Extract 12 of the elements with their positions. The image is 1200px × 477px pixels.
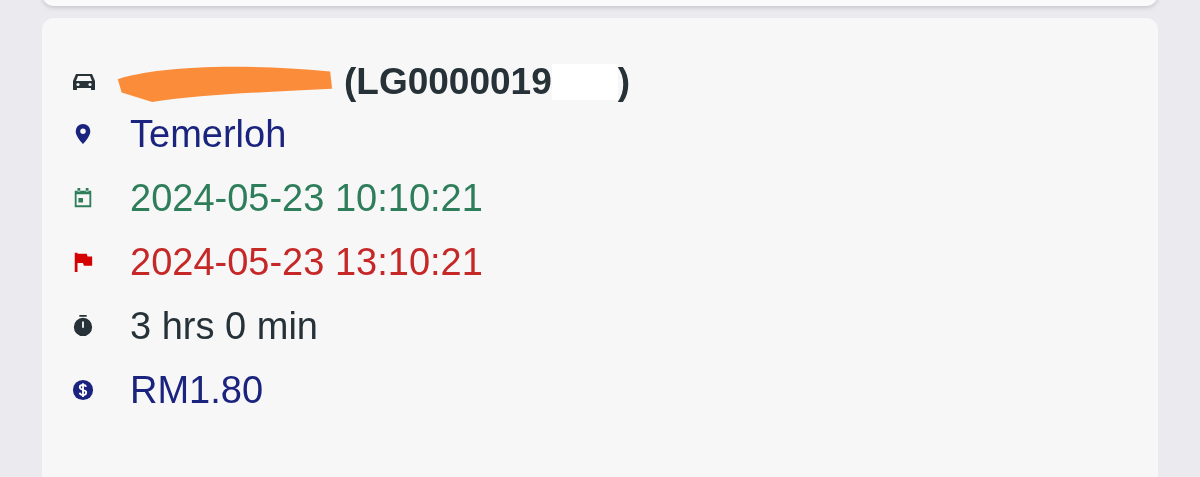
vehicle-plate-end: ) [617,61,631,103]
vehicle-plate: (LG0000019 [344,61,552,103]
end-text: 2024-05-23 13:10:21 [130,240,483,284]
start-text: 2024-05-23 10:10:21 [130,176,483,220]
car-icon [72,72,96,92]
calendar-icon [72,187,94,209]
fee-text: RM1.80 [130,368,264,412]
location-text: Temerloh [130,112,287,156]
stopwatch-icon [72,315,94,337]
flag-icon [72,251,94,273]
duration-text: 3 hrs 0 min [130,304,318,348]
dollar-icon [72,379,94,401]
